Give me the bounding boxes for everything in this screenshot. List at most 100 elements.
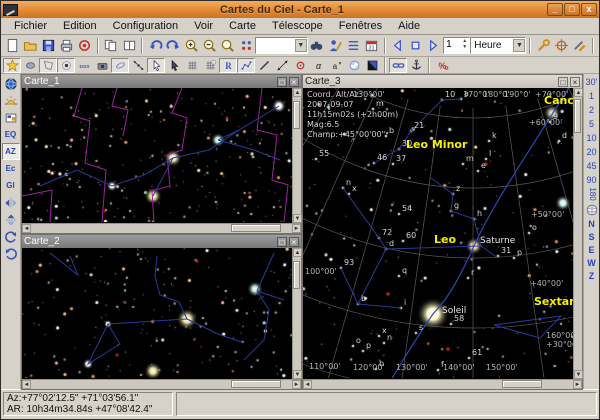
time-unit-combo[interactable]: Heure▼ bbox=[470, 37, 526, 54]
maximize-icon[interactable]: □ bbox=[558, 77, 568, 87]
scroll-track[interactable] bbox=[293, 257, 301, 370]
child-titlebar-carte2[interactable]: Carte_2□× bbox=[22, 235, 301, 248]
scroll-track[interactable] bbox=[31, 224, 292, 233]
telescope-config-button[interactable] bbox=[571, 36, 589, 56]
altaz-coord-button[interactable]: AZ bbox=[2, 143, 20, 160]
vertical-scrollbar[interactable]: ▲▼ bbox=[292, 88, 301, 223]
setup-button[interactable] bbox=[534, 36, 552, 56]
scroll-down-icon[interactable]: ▼ bbox=[293, 370, 302, 379]
child-titlebar-carte1[interactable]: Carte_1□× bbox=[22, 75, 301, 88]
scroll-left-icon[interactable]: ◄ bbox=[22, 380, 31, 389]
chevron-down-icon[interactable]: ▼ bbox=[513, 39, 525, 52]
zoom-region-button[interactable] bbox=[219, 36, 237, 56]
proper-motion-toggle[interactable] bbox=[129, 58, 147, 73]
equatorial-grid-toggle[interactable] bbox=[201, 58, 219, 73]
sky-chart-carte1[interactable] bbox=[22, 88, 292, 223]
rotate-ccw-button[interactable] bbox=[2, 245, 20, 262]
sky-chart-carte3[interactable]: 130°00'170°0'180°0'190°0'+70°00'+60°00'+… bbox=[303, 88, 573, 379]
horizontal-scrollbar[interactable]: ◄► bbox=[22, 379, 301, 389]
show-planets-toggle[interactable] bbox=[57, 58, 75, 73]
object-search-combo[interactable]: ▼ bbox=[255, 37, 308, 54]
name-label-toggle[interactable]: a bbox=[327, 58, 345, 73]
dss-image-toggle[interactable]: DSS bbox=[75, 58, 93, 73]
show-labels-toggle[interactable]: R bbox=[219, 58, 237, 73]
fov-button-30m[interactable]: 30' bbox=[584, 75, 600, 89]
night-cursor-toggle[interactable] bbox=[165, 58, 183, 73]
open-chart-button[interactable] bbox=[21, 36, 39, 56]
maximize-icon[interactable]: □ bbox=[277, 237, 287, 247]
constellation-bounds-toggle[interactable] bbox=[255, 58, 273, 73]
object-list-button[interactable] bbox=[344, 36, 362, 56]
maximize-icon[interactable]: □ bbox=[277, 77, 287, 87]
zoom-out-button[interactable] bbox=[201, 36, 219, 56]
close-icon[interactable]: × bbox=[570, 77, 580, 87]
direction-button-w[interactable]: W bbox=[584, 257, 600, 270]
show-nebulae-toggle[interactable] bbox=[21, 58, 39, 73]
scroll-left-icon[interactable]: ◄ bbox=[22, 224, 31, 233]
spin-down-icon[interactable]: ▼ bbox=[460, 44, 469, 50]
close-button[interactable]: x bbox=[581, 3, 597, 16]
save-chart-button[interactable] bbox=[39, 36, 57, 56]
constellation-lines-toggle[interactable] bbox=[237, 58, 255, 73]
scroll-down-icon[interactable]: ▼ bbox=[293, 214, 302, 223]
menu-voir[interactable]: Voir bbox=[186, 19, 221, 33]
scroll-thumb[interactable] bbox=[231, 224, 281, 232]
new-chart-button[interactable] bbox=[3, 36, 21, 56]
sky-chart-carte2[interactable] bbox=[22, 248, 292, 379]
time-step-value[interactable]: 1▲▼ bbox=[443, 37, 470, 54]
menu-edition[interactable]: Edition bbox=[55, 19, 105, 33]
scroll-up-icon[interactable]: ▲ bbox=[574, 88, 583, 97]
coord-globe-button[interactable] bbox=[2, 75, 20, 92]
observatory-button[interactable] bbox=[76, 36, 94, 56]
scroll-thumb[interactable] bbox=[502, 380, 542, 388]
redo-button[interactable] bbox=[164, 36, 182, 56]
show-outlines-toggle[interactable] bbox=[39, 58, 57, 73]
menu-configuration[interactable]: Configuration bbox=[105, 19, 186, 33]
close-icon[interactable]: × bbox=[289, 77, 299, 87]
object-identify-button[interactable] bbox=[326, 36, 344, 56]
sky-globe-button[interactable] bbox=[584, 201, 600, 218]
menu-fenetres[interactable]: Fenêtres bbox=[331, 19, 390, 33]
scroll-thumb[interactable] bbox=[574, 99, 581, 133]
menu-fichier[interactable]: Fichier bbox=[6, 19, 55, 33]
distance-measure-toggle[interactable] bbox=[273, 58, 291, 73]
equatorial-coord-button[interactable]: EQ bbox=[2, 126, 20, 143]
fov-button-45[interactable]: 45 bbox=[584, 159, 600, 173]
scroll-thumb[interactable] bbox=[293, 261, 300, 289]
lock-chart-toggle[interactable] bbox=[389, 58, 407, 73]
scroll-thumb[interactable] bbox=[231, 380, 281, 388]
undo-button[interactable] bbox=[146, 36, 164, 56]
fov-button-5[interactable]: 5 bbox=[584, 117, 600, 131]
altaz-grid-toggle[interactable] bbox=[183, 58, 201, 73]
menu-aide[interactable]: Aide bbox=[390, 19, 428, 33]
fov-button-180[interactable]: 180 bbox=[585, 186, 599, 202]
time-step-forward-button[interactable] bbox=[425, 36, 443, 56]
milkyway-toggle[interactable]: % bbox=[433, 58, 451, 73]
scroll-down-icon[interactable]: ▼ bbox=[574, 370, 583, 379]
horizontal-scrollbar[interactable]: ◄► bbox=[22, 223, 301, 233]
print-button[interactable] bbox=[58, 36, 76, 56]
date-time-button[interactable]: 31 bbox=[362, 36, 380, 56]
fov-button-2[interactable]: 2 bbox=[584, 103, 600, 117]
telescope-goto-button[interactable] bbox=[553, 36, 571, 56]
chevron-down-icon[interactable]: ▼ bbox=[295, 39, 307, 52]
direction-button-e[interactable]: E bbox=[584, 244, 600, 257]
scroll-track[interactable] bbox=[31, 380, 292, 389]
flip-horizontal-button[interactable] bbox=[2, 194, 20, 211]
scroll-up-icon[interactable]: ▲ bbox=[293, 88, 302, 97]
scroll-left-icon[interactable]: ◄ bbox=[303, 380, 312, 389]
mark-object-toggle[interactable] bbox=[291, 58, 309, 73]
maximize-button[interactable]: □ bbox=[564, 3, 580, 16]
child-titlebar-carte3[interactable]: Carte_3□× bbox=[303, 75, 582, 88]
fov-button-90[interactable]: 90 bbox=[584, 173, 600, 187]
menu-telescope[interactable]: Télescope bbox=[264, 19, 331, 33]
spinner-arrows[interactable]: ▲▼ bbox=[460, 38, 469, 53]
galactic-coord-button[interactable]: Gl bbox=[2, 177, 20, 194]
direction-button-n[interactable]: N bbox=[584, 218, 600, 231]
titlebar[interactable]: Cartes du Ciel - Carte_1 _□x bbox=[1, 1, 599, 18]
scroll-right-icon[interactable]: ► bbox=[292, 224, 301, 233]
scroll-track[interactable] bbox=[312, 380, 573, 389]
greek-label-toggle[interactable]: α bbox=[309, 58, 327, 73]
direction-button-z[interactable]: Z bbox=[584, 270, 600, 283]
new-window-button[interactable] bbox=[120, 36, 138, 56]
